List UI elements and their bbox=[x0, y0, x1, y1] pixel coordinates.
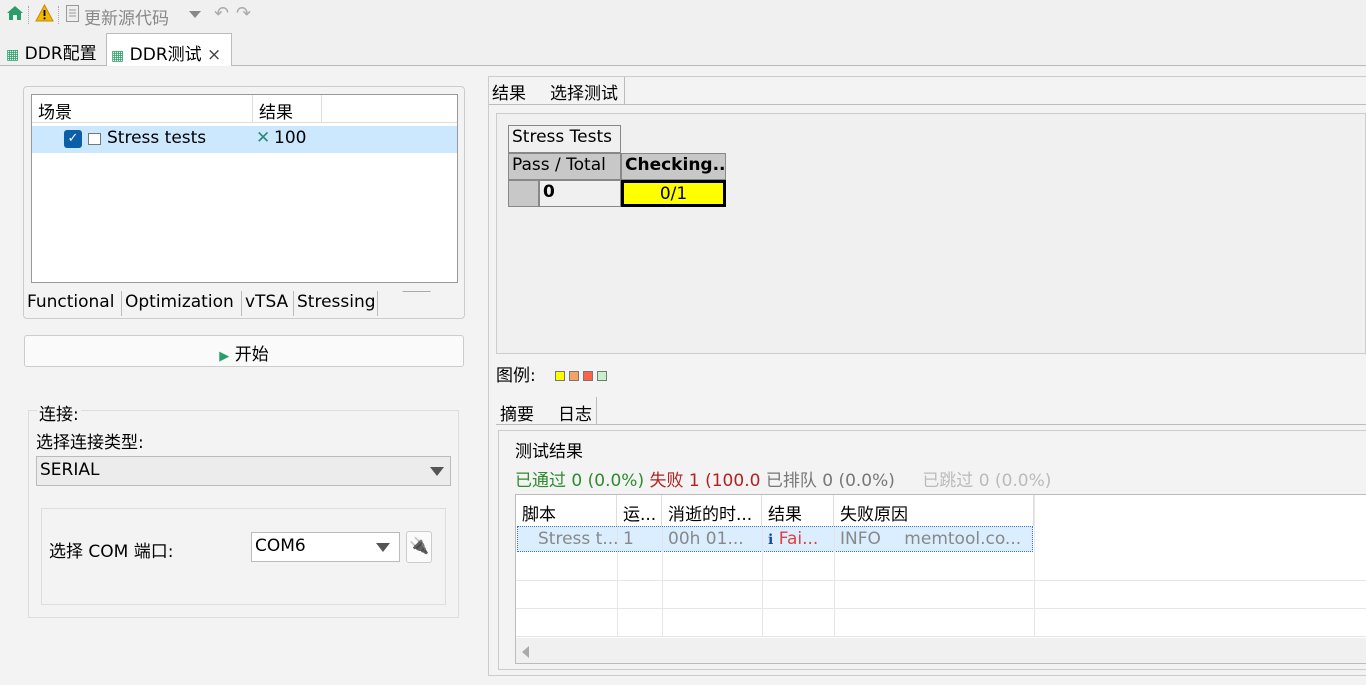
bottom-tab-bar: 摘要 日志 bbox=[496, 397, 1366, 425]
header-elapsed[interactable]: 消逝的时... bbox=[662, 495, 762, 526]
com-port-value: COM6 bbox=[255, 536, 306, 556]
legend-swatches bbox=[555, 366, 607, 381]
chevron-down-icon bbox=[430, 467, 444, 476]
result-cell: ℹ Fai... bbox=[763, 527, 835, 553]
row-value: 0 bbox=[539, 180, 621, 207]
com-port-select[interactable]: COM6 bbox=[251, 532, 400, 562]
left-pane: 场景 结果 ✓ Stress tests ✕ 100 Functional Op… bbox=[0, 67, 481, 685]
queued-count: 已排队 0 (0.0%) bbox=[765, 471, 895, 491]
connection-type-value: SERIAL bbox=[40, 460, 100, 480]
connection-label: 连接: bbox=[37, 400, 81, 425]
play-icon: ▶ bbox=[219, 349, 230, 364]
fail-icon: ✕ bbox=[256, 128, 271, 148]
legend-swatch bbox=[583, 371, 593, 381]
tab-summary[interactable]: 摘要 bbox=[500, 400, 534, 425]
info-icon: ℹ bbox=[768, 532, 774, 548]
header-failure-reason[interactable]: 失败原因 bbox=[834, 495, 1034, 526]
run-cell: 1 bbox=[618, 527, 663, 553]
header-result[interactable]: 结果 bbox=[253, 95, 322, 123]
passed-count: 已通过 0 (0.0%) bbox=[515, 471, 645, 491]
warning-icon[interactable] bbox=[35, 3, 55, 24]
chip-icon: ▦ bbox=[111, 48, 125, 64]
tab-results[interactable]: 结果 bbox=[491, 79, 527, 104]
checking-status: Checking... bbox=[621, 153, 726, 180]
scroll-left-icon[interactable] bbox=[522, 646, 529, 658]
skipped-count: 已跳过 0 (0.0%) bbox=[922, 471, 1052, 491]
close-icon[interactable]: × bbox=[207, 45, 221, 65]
tab-optimization[interactable]: Optimization bbox=[122, 291, 242, 316]
start-button[interactable]: ▶ 开始 bbox=[24, 335, 464, 367]
update-source-button[interactable]: 更新源代码 bbox=[84, 4, 169, 29]
tab-log[interactable]: 日志 bbox=[558, 400, 592, 425]
right-pane: 结果 选择测试 Stress Tests Pass / Total Checki… bbox=[481, 67, 1366, 685]
legend-label: 图例: bbox=[496, 366, 536, 386]
result-tab-bar: 结果 选择测试 bbox=[489, 77, 1366, 105]
com-port-label: 选择 COM 端口: bbox=[49, 542, 174, 562]
stress-grid-panel bbox=[496, 113, 1366, 354]
tab-functional[interactable]: Functional bbox=[24, 291, 122, 316]
results-grid: 脚本 运... 消逝的时... 结果 失败原因 Stress t... 1 00… bbox=[515, 494, 1366, 664]
header-run[interactable]: 运... bbox=[617, 495, 662, 526]
chip-icon: ▦ bbox=[6, 47, 20, 63]
tab-stressing[interactable]: Stressing bbox=[294, 291, 378, 316]
tab-vtsa[interactable]: vTSA bbox=[242, 291, 294, 316]
scenario-table: 场景 结果 ✓ Stress tests ✕ 100 bbox=[31, 94, 458, 283]
dropdown-arrow-icon[interactable] bbox=[189, 11, 201, 18]
stress-grid-title: Stress Tests bbox=[508, 125, 621, 153]
table-row[interactable]: ✓ Stress tests ✕ 100 bbox=[32, 126, 457, 153]
table-icon bbox=[88, 133, 101, 145]
document-icon bbox=[66, 5, 80, 23]
tab-select-test[interactable]: 选择测试 bbox=[549, 79, 619, 104]
chevron-down-icon bbox=[376, 543, 390, 552]
connection-type-label: 选择连接类型: bbox=[36, 433, 144, 453]
legend-swatch bbox=[555, 371, 565, 381]
header-result[interactable]: 结果 bbox=[762, 495, 834, 526]
category-tab-bar: Functional Optimization vTSA Stressing bbox=[24, 291, 464, 318]
failed-count: 失败 1 (100.0 bbox=[649, 471, 761, 491]
pass-total-label: Pass / Total bbox=[508, 153, 621, 180]
connection-type-select[interactable]: SERIAL bbox=[36, 456, 451, 486]
legend-swatch bbox=[569, 371, 579, 381]
elapsed-cell: 00h 01... bbox=[663, 527, 763, 553]
table-row[interactable]: Stress t... 1 00h 01... ℹ Fai... INFO me… bbox=[517, 526, 1033, 553]
home-icon[interactable] bbox=[6, 4, 24, 24]
connect-plug-button[interactable]: 🔌 bbox=[406, 531, 432, 563]
toolbar: 更新源代码 ↶ ↷ bbox=[0, 0, 1366, 30]
undo-icon[interactable]: ↶ bbox=[214, 3, 229, 24]
tab-ddr-config[interactable]: ▦ DDR配置 bbox=[2, 33, 106, 66]
reason-cell: INFO memtool.co... bbox=[840, 529, 1022, 549]
plug-icon: 🔌 bbox=[409, 536, 429, 555]
header-scenario[interactable]: 场景 bbox=[32, 95, 253, 123]
pass-total-cell[interactable]: 0/1 bbox=[621, 180, 726, 207]
tab-ddr-test[interactable]: ▦ DDR测试 × bbox=[106, 33, 232, 66]
legend-swatch bbox=[597, 371, 607, 381]
summary-stats: 已通过 0 (0.0%) 失败 1 (100.0 已排队 0 (0.0%) 已跳… bbox=[515, 466, 1051, 491]
redo-icon[interactable]: ↷ bbox=[236, 3, 251, 24]
editor-tab-bar: ▦ DDR配置 ▦ DDR测试 × bbox=[0, 33, 1366, 66]
checkbox[interactable]: ✓ bbox=[64, 130, 82, 148]
header-script[interactable]: 脚本 bbox=[516, 495, 617, 526]
script-cell: Stress t... bbox=[518, 527, 618, 553]
horizontal-scrollbar[interactable] bbox=[516, 638, 1366, 663]
scenario-result: 100 bbox=[274, 128, 307, 148]
row-marker bbox=[508, 180, 539, 207]
summary-title: 测试结果 bbox=[515, 442, 583, 462]
scenario-name: Stress tests bbox=[107, 128, 207, 148]
